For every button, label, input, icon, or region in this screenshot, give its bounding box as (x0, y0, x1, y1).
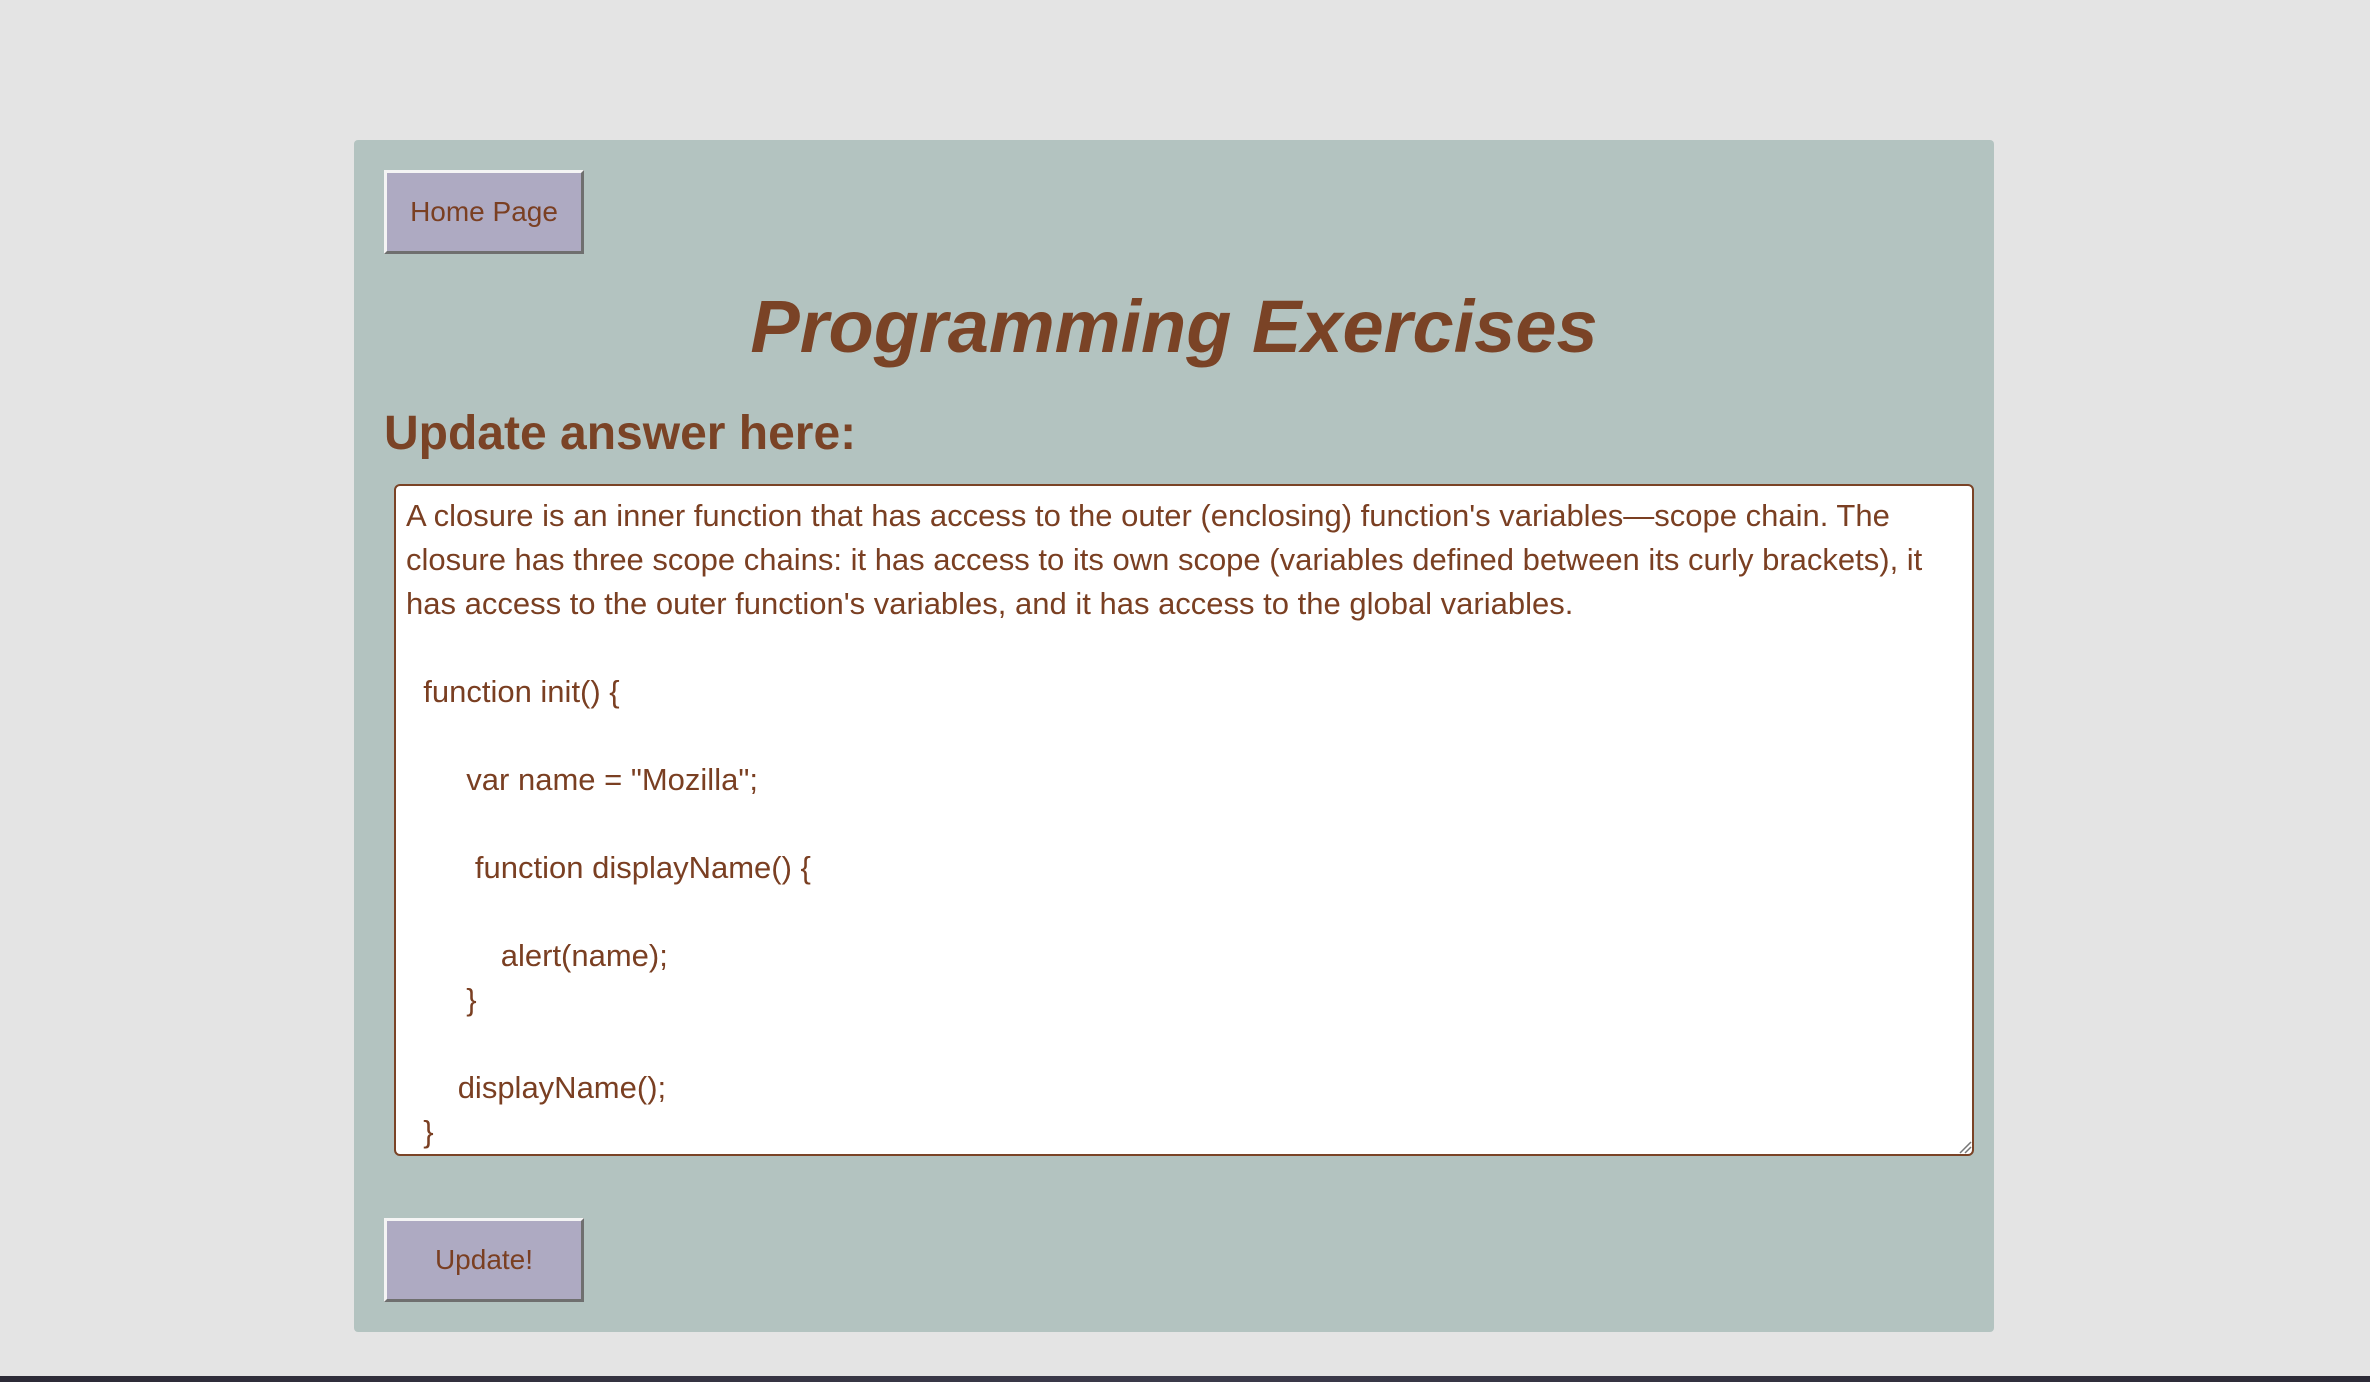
update-button[interactable]: Update! (384, 1218, 584, 1302)
answer-textarea[interactable] (394, 484, 1974, 1156)
page-title: Programming Exercises (750, 285, 1598, 368)
home-page-button[interactable]: Home Page (384, 170, 584, 254)
window-bottom-edge (0, 1376, 2370, 1382)
update-answer-heading: Update answer here: (384, 407, 857, 460)
resize-grip-icon[interactable] (1958, 1140, 1972, 1154)
exercise-panel: Home Page Programming Exercises Update a… (354, 140, 1994, 1332)
